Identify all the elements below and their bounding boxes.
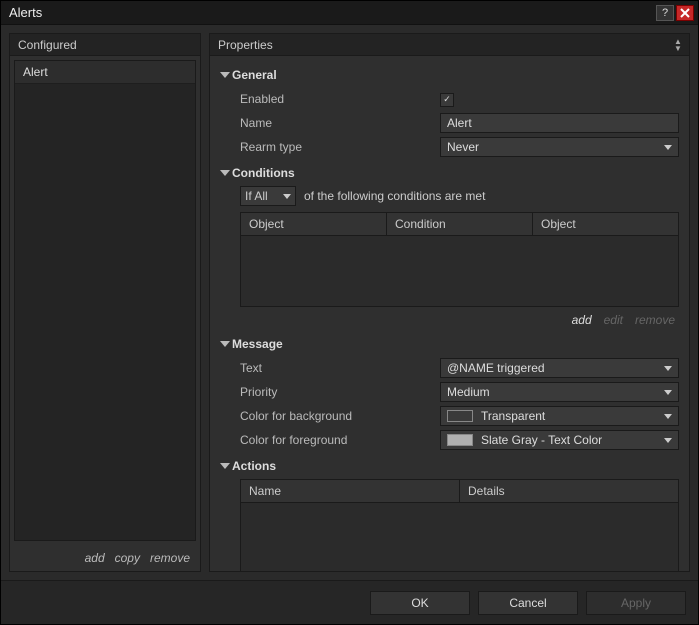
enabled-checkbox[interactable]: ✓ xyxy=(440,93,454,107)
rearm-label: Rearm type xyxy=(240,140,440,154)
chevron-down-icon xyxy=(664,390,672,395)
rearm-select[interactable]: Never xyxy=(440,137,679,157)
add-link[interactable]: add xyxy=(85,551,105,565)
bg-color-label: Color for background xyxy=(240,409,440,423)
collapse-icon xyxy=(220,463,230,469)
close-icon xyxy=(680,8,690,18)
conditions-suffix: of the following conditions are met xyxy=(304,189,485,203)
conditions-header[interactable]: Conditions xyxy=(222,166,679,180)
col-details[interactable]: Details xyxy=(460,480,678,502)
actions-tbody[interactable] xyxy=(241,503,678,571)
close-button[interactable] xyxy=(676,5,694,21)
cancel-button[interactable]: Cancel xyxy=(478,591,578,615)
properties-panel: Properties ▲ ▼ General Enabled ✓ xyxy=(209,33,690,572)
general-header[interactable]: General xyxy=(222,68,679,82)
actions-table: Name Details xyxy=(240,479,679,571)
col-object2[interactable]: Object xyxy=(533,213,678,235)
chevron-down-icon[interactable]: ▼ xyxy=(674,45,682,52)
configured-panel: Configured Alert add copy remove xyxy=(9,33,201,572)
chevron-down-icon xyxy=(664,145,672,150)
dialog-body: Configured Alert add copy remove Propert… xyxy=(1,25,698,580)
configured-actions: add copy remove xyxy=(10,545,200,571)
list-item[interactable]: Alert xyxy=(15,61,195,84)
bg-color-select[interactable]: Transparent xyxy=(440,406,679,426)
configured-list[interactable]: Alert xyxy=(14,60,196,541)
collapse-icon xyxy=(220,72,230,78)
conditions-tbody[interactable] xyxy=(241,236,678,306)
conditions-remove: remove xyxy=(635,313,675,327)
col-object[interactable]: Object xyxy=(241,213,387,235)
apply-button: Apply xyxy=(586,591,686,615)
scroll-spinner[interactable]: ▲ ▼ xyxy=(671,38,685,52)
chevron-down-icon xyxy=(283,194,291,199)
configured-header: Configured xyxy=(10,34,200,56)
actions-thead: Name Details xyxy=(241,480,678,503)
text-label: Text xyxy=(240,361,440,375)
window-title: Alerts xyxy=(9,5,654,20)
properties-body[interactable]: General Enabled ✓ Name Alert Rearm type … xyxy=(210,56,689,571)
logic-select[interactable]: If All xyxy=(240,186,296,206)
section-actions: Actions Name Details xyxy=(216,459,679,571)
ok-button[interactable]: OK xyxy=(370,591,470,615)
collapse-icon xyxy=(220,170,230,176)
section-general: General Enabled ✓ Name Alert Rearm type … xyxy=(216,68,679,158)
actions-header[interactable]: Actions xyxy=(222,459,679,473)
name-input[interactable]: Alert xyxy=(440,113,679,133)
priority-label: Priority xyxy=(240,385,440,399)
chevron-down-icon xyxy=(664,414,672,419)
help-button[interactable]: ? xyxy=(656,5,674,21)
col-name[interactable]: Name xyxy=(241,480,460,502)
conditions-thead: Object Condition Object xyxy=(241,213,678,236)
chevron-down-icon xyxy=(664,438,672,443)
section-message: Message Text @NAME triggered Priority Me… xyxy=(216,337,679,451)
remove-link[interactable]: remove xyxy=(150,551,190,565)
enabled-label: Enabled xyxy=(240,92,440,106)
col-condition[interactable]: Condition xyxy=(387,213,533,235)
properties-header: Properties ▲ ▼ xyxy=(210,34,689,56)
section-conditions: Conditions If All of the following condi… xyxy=(216,166,679,329)
conditions-table: Object Condition Object xyxy=(240,212,679,307)
text-combo[interactable]: @NAME triggered xyxy=(440,358,679,378)
message-header[interactable]: Message xyxy=(222,337,679,351)
fg-color-select[interactable]: Slate Gray - Text Color xyxy=(440,430,679,450)
dialog-footer: OK Cancel Apply xyxy=(1,580,698,624)
titlebar: Alerts ? xyxy=(1,1,698,25)
copy-link[interactable]: copy xyxy=(115,551,140,565)
name-label: Name xyxy=(240,116,440,130)
chevron-down-icon xyxy=(664,366,672,371)
conditions-edit: edit xyxy=(604,313,623,327)
conditions-actions: add edit remove xyxy=(240,307,679,329)
fg-color-label: Color for foreground xyxy=(240,433,440,447)
priority-select[interactable]: Medium xyxy=(440,382,679,402)
conditions-add[interactable]: add xyxy=(572,313,592,327)
swatch-icon xyxy=(447,410,473,422)
swatch-icon xyxy=(447,434,473,446)
collapse-icon xyxy=(220,341,230,347)
alerts-dialog: Alerts ? Configured Alert add copy remov… xyxy=(0,0,699,625)
